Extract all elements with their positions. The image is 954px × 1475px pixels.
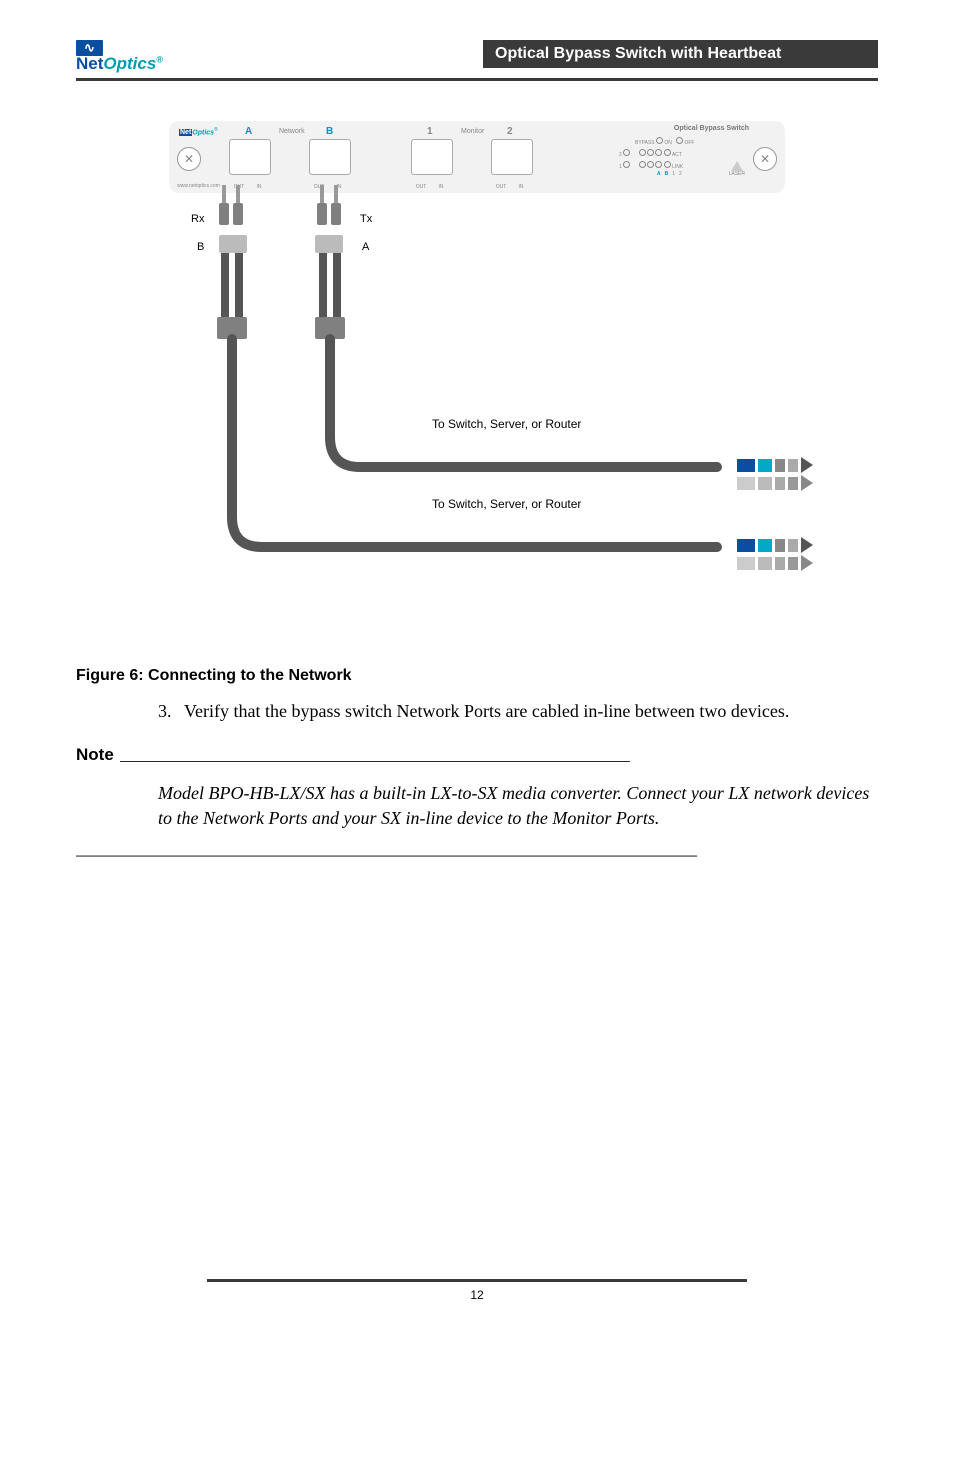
port-label-1: 1: [427, 126, 433, 137]
led-icon: [623, 161, 630, 168]
port-label-2: 2: [507, 126, 513, 137]
laser-warning-icon: [731, 161, 743, 171]
led-icon: [639, 149, 646, 156]
port-monitor-1: [411, 139, 453, 175]
led-icon: [664, 161, 671, 168]
led-icon: [647, 149, 654, 156]
note-heading: Note ___________________________________…: [76, 745, 878, 765]
led-icon: [664, 149, 671, 156]
screw-icon: ✕: [753, 147, 777, 171]
divider-rule: ________________________________________…: [76, 838, 878, 859]
logo-optics: Optics: [103, 54, 156, 73]
network-label: Network: [279, 128, 305, 135]
figure: NetOptics® ✕ ✕ www.netoptics.com A Netwo…: [157, 117, 797, 557]
note-body: Model BPO-HB-LX/SX has a built-in LX-to-…: [158, 781, 878, 830]
led-icon: [676, 137, 683, 144]
port-label-b: B: [326, 126, 333, 137]
led-icon: [647, 161, 654, 168]
logo-net: Net: [76, 54, 103, 73]
led-icon: [656, 137, 663, 144]
led-icon: [655, 161, 662, 168]
led-icon: [639, 161, 646, 168]
panel-logo: NetOptics®: [179, 127, 218, 136]
screw-icon: ✕: [177, 147, 201, 171]
dest-label-2: To Switch, Server, or Router: [432, 497, 581, 511]
header-underline: [76, 78, 878, 81]
status-panel: Optical Bypass Switch BYPASS ON OFF 2 AC…: [619, 125, 749, 189]
a-label: A: [362, 241, 369, 253]
b-label: B: [197, 241, 204, 253]
arrow-icon: [737, 537, 813, 571]
panel-url: www.netoptics.com: [177, 183, 220, 189]
header-title-bar: Optical Bypass Switch with Heartbeat: [483, 40, 878, 68]
logo-reg: ®: [156, 54, 163, 64]
list-item: 3. Verify that the bypass switch Network…: [158, 699, 878, 723]
figure-caption: Figure 6: Connecting to the Network: [76, 667, 878, 685]
list-number: 3.: [158, 699, 184, 723]
port-network-b: [309, 139, 351, 175]
port-monitor-2: [491, 139, 533, 175]
tx-label: Tx: [360, 213, 372, 225]
led-icon: [655, 149, 662, 156]
device-panel: NetOptics® ✕ ✕ www.netoptics.com A Netwo…: [169, 121, 785, 193]
footer: 12: [76, 1279, 878, 1302]
list-text: Verify that the bypass switch Network Po…: [184, 699, 789, 723]
footer-rule: [207, 1279, 747, 1282]
monitor-label: Monitor: [461, 128, 484, 135]
dest-label-1: To Switch, Server, or Router: [432, 417, 581, 431]
rx-label: Rx: [191, 213, 204, 225]
page-number: 12: [76, 1288, 878, 1302]
logo: ∿ NetOptics®: [76, 40, 181, 74]
led-icon: [623, 149, 630, 156]
port-network-a: [229, 139, 271, 175]
arrow-icon: [737, 457, 813, 491]
port-label-a: A: [245, 126, 252, 137]
